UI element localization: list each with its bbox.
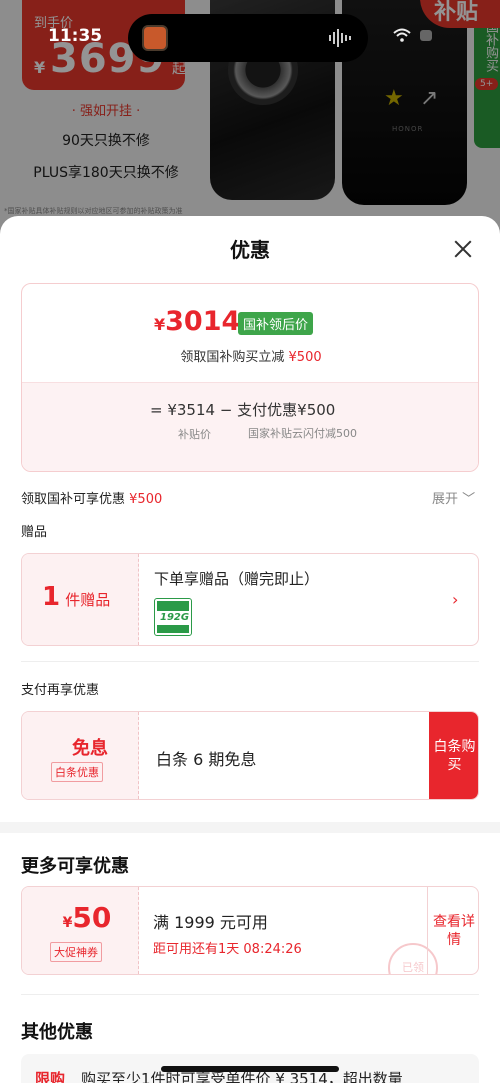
battery-icon: [420, 30, 432, 41]
divider: [21, 994, 479, 995]
gift-image-text: 192G: [160, 612, 190, 623]
home-indicator[interactable]: [161, 1066, 339, 1072]
view-details-button[interactable]: 查看详情: [427, 887, 478, 974]
dynamic-island: [128, 14, 368, 62]
wifi-icon: [393, 28, 411, 42]
divider: [21, 661, 479, 662]
section-divider: [0, 822, 500, 833]
coupon-condition: 满 1999 元可用: [153, 913, 268, 932]
coupon-countdown: 距可用还有1天 08:24:26: [153, 942, 302, 957]
formula-label-price: 补贴价: [178, 428, 211, 441]
coupon-amount: ¥50: [62, 901, 112, 934]
screen: 到手价 ¥ 3699 起 · 强如开挂 · 90天只换不修 PLUS享180天只…: [0, 0, 500, 1083]
status-time: 11:35: [48, 26, 103, 46]
gift-card[interactable]: 1 件赠品 下单享赠品（赠完即止） 192G ›: [21, 553, 479, 646]
app-icon: [142, 25, 168, 51]
price-formula: = ¥3514 − 支付优惠¥500: [150, 401, 336, 419]
gift-sim-card-image: 192G: [154, 598, 192, 636]
gift-section-title: 赠品: [21, 525, 48, 540]
purchase-limit-label: 限购: [35, 1070, 66, 1083]
baitiao-tag: 白条优惠: [51, 762, 103, 782]
interest-free-card[interactable]: 免息 白条优惠 白条 6 期免息 白条购买: [21, 711, 479, 800]
coupon-left: ¥50 大促神券: [22, 887, 139, 974]
close-icon[interactable]: [452, 238, 474, 260]
gift-title: 下单享赠品（赠完即止）: [154, 570, 320, 588]
expand-button[interactable]: 展开 ﹀: [432, 488, 475, 507]
coupon-card[interactable]: ¥50 大促神券 满 1999 元可用 距可用还有1天 08:24:26 已领 …: [21, 886, 479, 975]
final-price-tag: 国补领后价: [238, 312, 314, 335]
payment-section-title: 支付再享优惠: [21, 683, 100, 698]
price-breakdown-box: ¥3014 国补领后价 领取国补购买立减 ¥500 = ¥3514 − 支付优惠…: [21, 283, 479, 472]
sheet-title: 优惠: [230, 238, 270, 262]
other-offers-title: 其他优惠: [21, 1022, 93, 1043]
installment-text: 白条 6 期免息: [156, 750, 257, 769]
audio-wave-icon: [329, 29, 351, 47]
interest-free-label: 免息: [72, 738, 108, 759]
subsidy-reduction-text: 领取国补购买立减 ¥500: [180, 350, 322, 365]
more-offers-title: 更多可享优惠: [21, 856, 129, 877]
interest-free-left: 免息 白条优惠: [22, 712, 139, 799]
final-price: ¥3014: [154, 306, 241, 337]
final-price-area: ¥3014 国补领后价 领取国补购买立减 ¥500: [22, 284, 478, 382]
baitiao-buy-button[interactable]: 白条购买: [429, 712, 478, 799]
chevron-right-icon[interactable]: ›: [452, 590, 458, 609]
subsidy-row: 领取国补可享优惠 ¥500: [21, 492, 163, 507]
gift-count-area: 1 件赠品: [22, 554, 139, 645]
coupon-tag: 大促神券: [50, 942, 102, 962]
gift-count: 1 件赠品: [42, 582, 111, 612]
formula-label-discount: 国家补贴云闪付减500: [248, 427, 357, 440]
discount-sheet: 优惠 ¥3014 国补领后价 领取国补购买立减 ¥500 = ¥3514 − 支…: [0, 216, 500, 1083]
price-formula-area: = ¥3514 − 支付优惠¥500 补贴价 国家补贴云闪付减500: [22, 382, 478, 471]
